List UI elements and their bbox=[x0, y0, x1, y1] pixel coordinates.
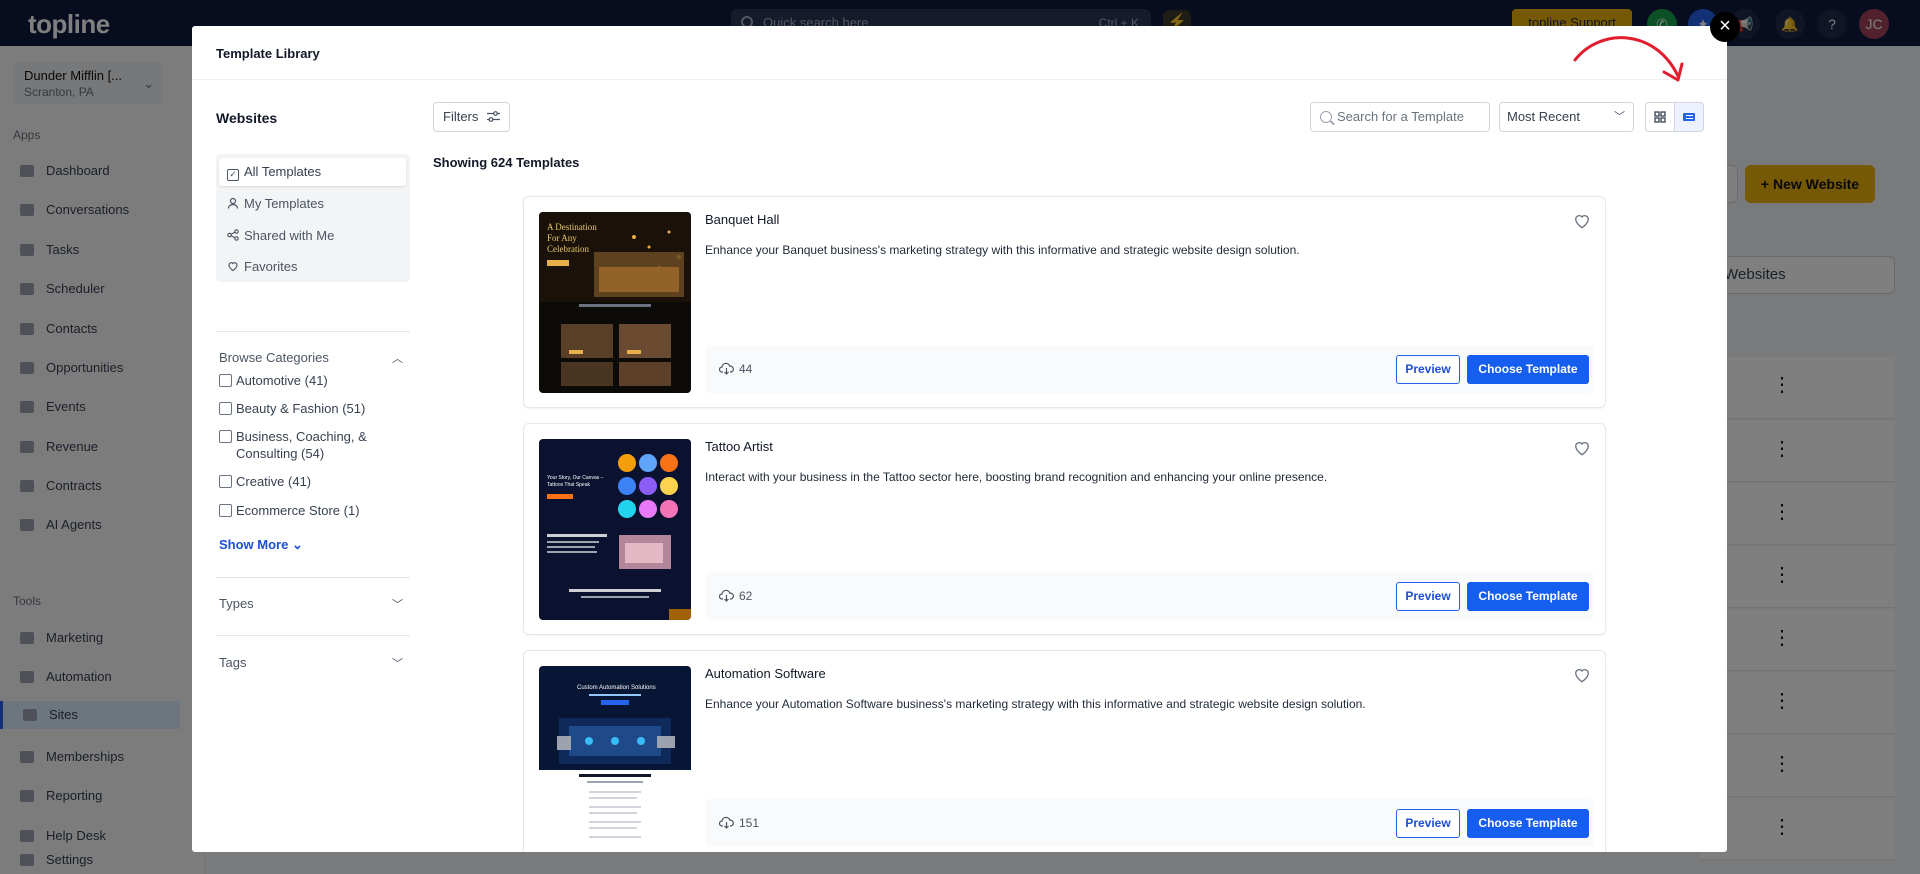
template-thumbnail[interactable]: A Destination For Any Celebration bbox=[539, 212, 691, 393]
template-library-modal: Template Library Websites ✓ All Templates… bbox=[192, 26, 1727, 852]
cloud-download-icon bbox=[719, 816, 734, 829]
user-icon bbox=[227, 197, 239, 209]
nav-shared-with-me[interactable]: Shared with Me bbox=[219, 222, 406, 250]
show-more-button[interactable]: Show More ⌄ bbox=[219, 537, 303, 553]
template-title: Automation Software bbox=[705, 666, 826, 681]
template-search-input[interactable] bbox=[1337, 109, 1485, 124]
chevron-up-icon[interactable]: ︿ bbox=[392, 350, 403, 366]
thumb-headline: A Destination bbox=[547, 222, 597, 232]
nav-label: Favorites bbox=[244, 259, 298, 274]
template-description: Enhance your Banquet business's marketin… bbox=[705, 243, 1300, 257]
choose-template-button[interactable]: Choose Template bbox=[1467, 582, 1589, 611]
category-ecommerce-store[interactable]: Ecommerce Store (1) bbox=[219, 502, 409, 519]
favorite-heart-icon[interactable] bbox=[1572, 665, 1592, 685]
template-title: Banquet Hall bbox=[705, 212, 780, 227]
nav-all-templates[interactable]: ✓ All Templates bbox=[219, 158, 406, 186]
show-more-label: Show More bbox=[219, 537, 289, 552]
favorite-heart-icon[interactable] bbox=[1572, 211, 1592, 231]
divider bbox=[216, 635, 410, 636]
category-checkbox[interactable] bbox=[219, 402, 232, 415]
category-beauty-fashion[interactable]: Beauty & Fashion (51) bbox=[219, 400, 409, 417]
category-creative[interactable]: Creative (41) bbox=[219, 473, 409, 490]
template-thumbnail[interactable]: Your Story, Our Canvas – Tattoos That Sp… bbox=[539, 439, 691, 620]
category-label: Beauty & Fashion (51) bbox=[236, 401, 366, 416]
nav-label: My Templates bbox=[244, 196, 324, 211]
category-checkbox[interactable] bbox=[219, 504, 232, 517]
category-checkbox[interactable] bbox=[219, 475, 232, 488]
search-icon bbox=[1320, 111, 1332, 123]
chevron-down-icon[interactable]: ﹀ bbox=[392, 655, 403, 671]
list-view-button[interactable] bbox=[1674, 102, 1704, 132]
share-icon bbox=[227, 229, 239, 241]
cloud-download-icon bbox=[719, 362, 734, 375]
filter-panel: Websites ✓ All Templates My Templates Sha… bbox=[192, 80, 412, 852]
template-search[interactable] bbox=[1310, 102, 1490, 132]
modal-header: Template Library bbox=[192, 26, 1727, 80]
download-count: 151 bbox=[739, 816, 760, 830]
preview-button[interactable]: Preview bbox=[1396, 582, 1460, 611]
chevron-down-icon: ﹀ bbox=[1614, 111, 1625, 123]
favorite-heart-icon[interactable] bbox=[1572, 438, 1592, 458]
category-label: Automotive (41) bbox=[236, 373, 328, 388]
category-label: Ecommerce Store (1) bbox=[236, 503, 360, 518]
template-footer: 62 Preview Choose Template bbox=[705, 572, 1594, 620]
template-results: Filters Most Recent ﹀ Showing 624 Templa… bbox=[412, 80, 1727, 852]
category-checkbox[interactable] bbox=[219, 430, 232, 443]
choose-template-button[interactable]: Choose Template bbox=[1467, 809, 1589, 838]
preview-button[interactable]: Preview bbox=[1396, 355, 1460, 384]
template-card[interactable]: Custom Automation Solutions Automation S… bbox=[523, 650, 1606, 852]
template-description: Enhance your Automation Software busines… bbox=[705, 697, 1366, 711]
nav-favorites[interactable]: Favorites bbox=[219, 253, 406, 281]
category-label: Business, Coaching, & Consulting (54) bbox=[236, 429, 367, 461]
template-nav: ✓ All Templates My Templates Shared with … bbox=[216, 154, 410, 282]
template-thumbnail[interactable]: Custom Automation Solutions bbox=[539, 666, 691, 847]
filters-button[interactable]: Filters bbox=[433, 102, 510, 132]
category-business-coaching[interactable]: Business, Coaching, & Consulting (54) bbox=[219, 428, 394, 462]
grid-icon bbox=[1654, 111, 1666, 123]
template-card[interactable]: Your Story, Our Canvas – Tattoos That Sp… bbox=[523, 423, 1606, 635]
svg-text:Tattoos That Speak: Tattoos That Speak bbox=[547, 482, 590, 488]
svg-text:For Any: For Any bbox=[547, 233, 577, 243]
close-modal-button[interactable]: × bbox=[1710, 12, 1740, 42]
sort-value: Most Recent bbox=[1507, 109, 1580, 124]
nav-label: All Templates bbox=[244, 164, 322, 179]
choose-template-button[interactable]: Choose Template bbox=[1467, 355, 1589, 384]
chevron-down-icon[interactable]: ﹀ bbox=[392, 596, 403, 612]
template-footer: 44 Preview Choose Template bbox=[705, 345, 1594, 393]
category-automotive[interactable]: Automotive (41) bbox=[219, 372, 409, 389]
template-title: Tattoo Artist bbox=[705, 439, 773, 454]
chevron-down-icon: ⌄ bbox=[291, 537, 303, 552]
download-count: 62 bbox=[739, 589, 753, 603]
heart-icon bbox=[227, 260, 239, 272]
sort-select[interactable]: Most Recent ﹀ bbox=[1499, 102, 1634, 132]
sliders-icon bbox=[487, 111, 500, 122]
template-description: Interact with your business in the Tatto… bbox=[705, 470, 1328, 484]
browse-categories-toggle[interactable]: Browse Categories bbox=[219, 350, 329, 365]
category-label: Creative (41) bbox=[236, 474, 312, 489]
template-card[interactable]: A Destination For Any Celebration Banque… bbox=[523, 196, 1606, 408]
thumb-headline: Custom Automation Solutions bbox=[577, 685, 656, 691]
nav-label: Shared with Me bbox=[244, 228, 335, 243]
panel-title: Websites bbox=[216, 110, 278, 126]
modal-title: Template Library bbox=[216, 46, 320, 61]
divider bbox=[216, 577, 410, 578]
annotation-arrow-icon bbox=[1573, 36, 1684, 82]
grid-view-button[interactable] bbox=[1645, 102, 1675, 132]
thumb-headline: Your Story, Our Canvas – bbox=[547, 475, 604, 481]
list-icon bbox=[1683, 113, 1695, 121]
cloud-download-icon bbox=[719, 589, 734, 602]
nav-my-templates[interactable]: My Templates bbox=[219, 190, 406, 218]
tags-toggle[interactable]: Tags bbox=[219, 655, 246, 670]
results-count: Showing 624 Templates bbox=[433, 155, 580, 170]
svg-text:Celebration: Celebration bbox=[547, 244, 589, 254]
divider bbox=[216, 331, 410, 332]
category-checkbox[interactable] bbox=[219, 374, 232, 387]
preview-button[interactable]: Preview bbox=[1396, 809, 1460, 838]
download-count: 44 bbox=[739, 362, 753, 376]
types-toggle[interactable]: Types bbox=[219, 596, 254, 611]
checkbox-icon: ✓ bbox=[227, 169, 239, 181]
filters-label: Filters bbox=[443, 109, 479, 124]
template-footer: 151 Preview Choose Template bbox=[705, 799, 1594, 847]
